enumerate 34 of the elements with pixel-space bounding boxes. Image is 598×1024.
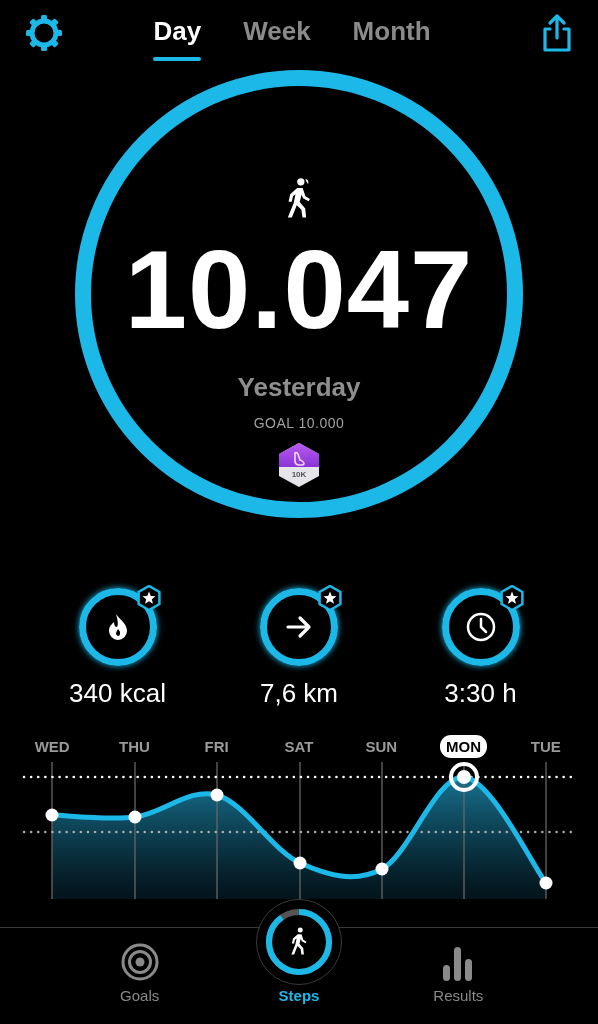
nav-tab[interactable]: Results [398,928,519,1008]
settings-icon[interactable] [24,13,64,53]
metric-value: 7,6 km [260,678,338,709]
bar-chart-icon [443,947,474,981]
day-label[interactable]: SUN [359,735,404,758]
shoe-icon [291,451,307,467]
arrow-icon [285,615,313,639]
period-tab[interactable]: Week [243,9,311,57]
goal-label: GOAL 10.000 [253,415,345,431]
day-label[interactable]: MON [440,735,488,758]
flame-icon [106,613,129,641]
data-point[interactable] [375,862,389,876]
metric-value: 340 kcal [69,678,166,709]
data-point[interactable] [45,808,59,822]
badge-label: 10K [291,470,307,479]
day-label[interactable]: SAT [278,735,320,758]
share-icon[interactable] [540,13,574,53]
day-label[interactable]: TUE [524,735,567,758]
day-label[interactable]: WED [28,735,76,758]
data-point[interactable] [293,856,307,870]
selected-point[interactable] [449,762,479,792]
data-point[interactable] [210,788,224,802]
steps-ring-icon [264,907,334,977]
data-point[interactable] [128,810,142,824]
period-tab[interactable]: Month [352,9,431,57]
step-count: 10.047 [124,234,474,346]
data-point[interactable] [539,876,553,890]
metric-value: 3:30 h [444,678,517,709]
target-icon [120,943,159,981]
nav-tab[interactable]: Goals [79,928,200,1008]
day-label[interactable]: THU [113,735,156,758]
day-label[interactable]: FRI [198,735,235,758]
clock-icon [465,612,496,642]
day-label: Yesterday [237,372,361,403]
